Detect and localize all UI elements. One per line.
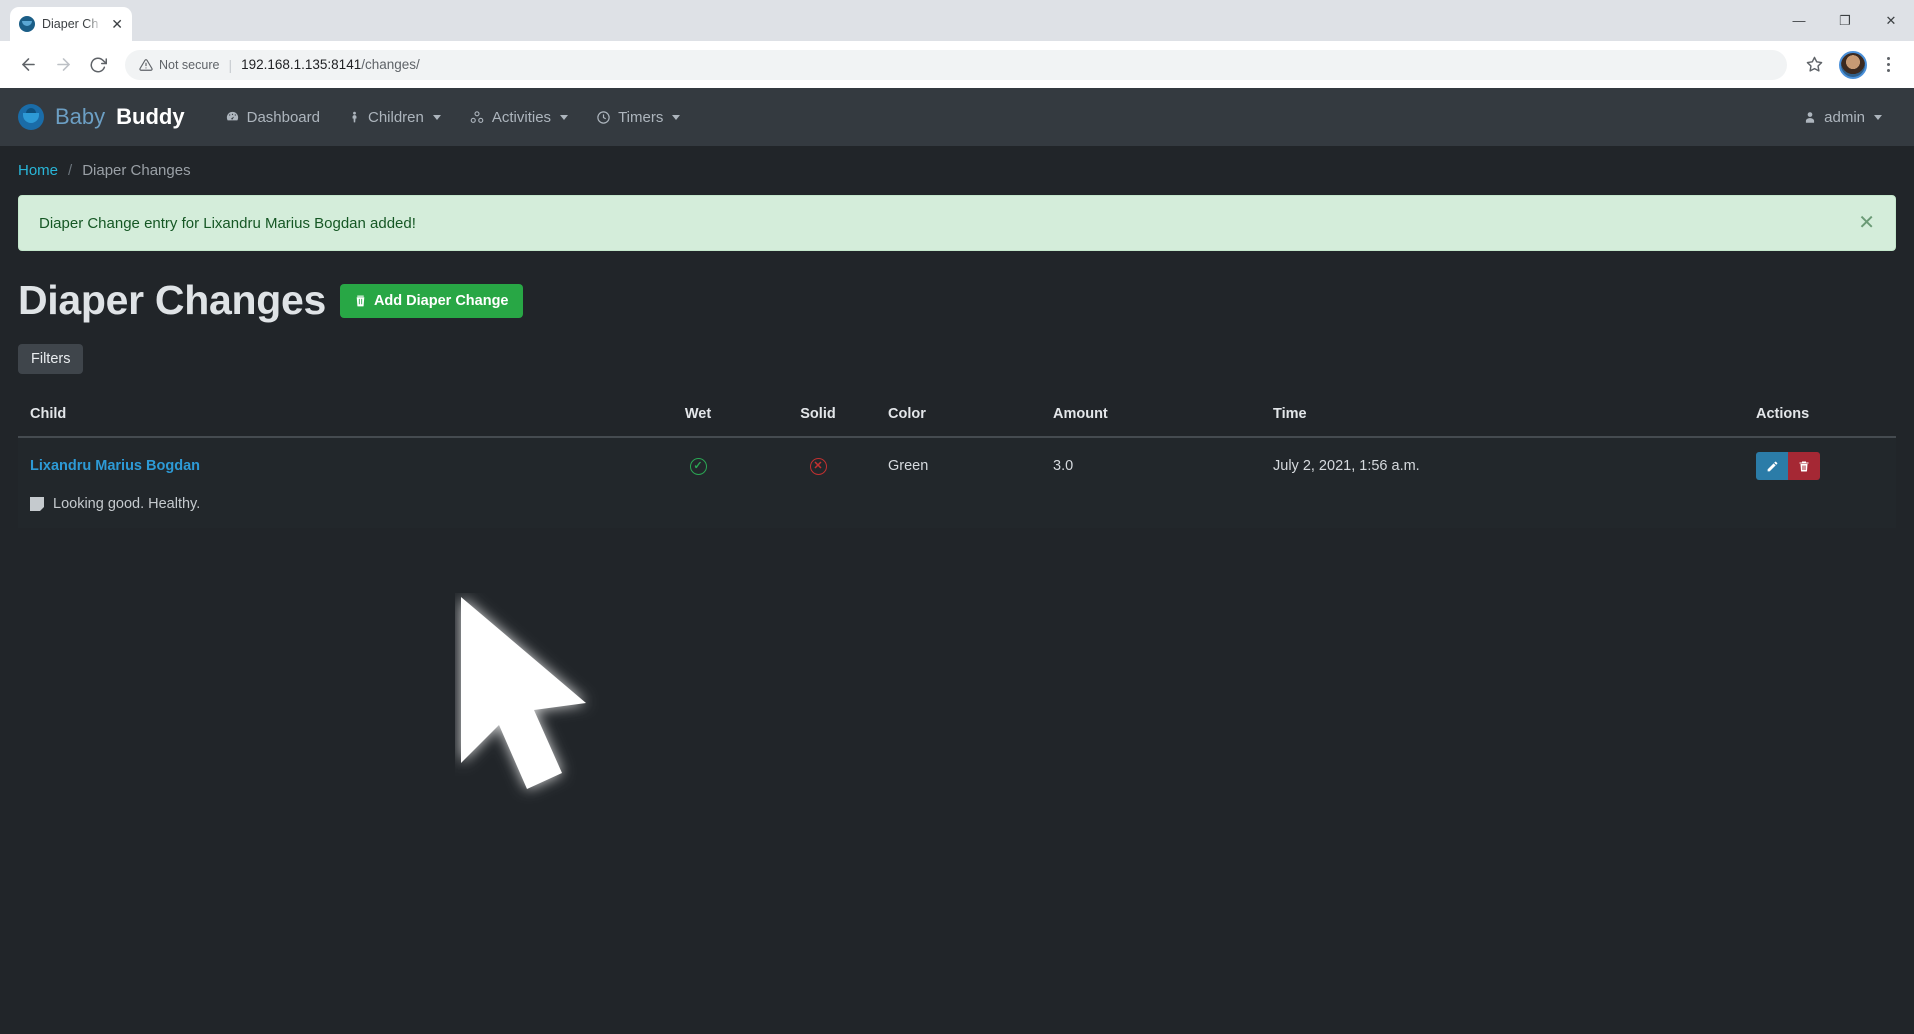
col-header-amount: Amount	[1043, 392, 1263, 438]
forward-icon[interactable]	[47, 49, 79, 81]
col-header-time: Time	[1263, 392, 1746, 438]
diaper-changes-table: Child Wet Solid Color Amount Time Action…	[18, 392, 1896, 528]
user-menu-label: admin	[1824, 108, 1865, 126]
tab-strip: Diaper Ch ✕ — ❐ ✕	[0, 0, 1914, 41]
pencil-icon	[1767, 461, 1777, 471]
alert-message: Diaper Change entry for Lixandru Marius …	[39, 214, 416, 232]
warning-triangle-icon	[139, 58, 153, 71]
breadcrumb-home-link[interactable]: Home	[18, 162, 58, 179]
clock-icon	[597, 110, 610, 124]
breadcrumb-separator: /	[68, 162, 73, 179]
row-action-group	[1756, 452, 1820, 480]
cell-actions	[1746, 436, 1896, 494]
table-notes-row: Looking good. Healthy.	[18, 494, 1896, 528]
brand-name-first: Baby	[55, 104, 106, 129]
baby-favicon-icon	[19, 16, 35, 32]
browser-toolbar: Not secure | 192.168.1.135:8141/changes/	[0, 41, 1914, 88]
nav-label-children: Children	[368, 108, 424, 126]
address-bar[interactable]: Not secure | 192.168.1.135:8141/changes/	[125, 49, 1787, 80]
x-circle-icon: ✕	[809, 458, 827, 475]
url-text: 192.168.1.135:8141/changes/	[241, 57, 420, 72]
profile-avatar[interactable]	[1839, 50, 1867, 79]
dashboard-icon	[226, 111, 238, 120]
diaper-icon	[356, 295, 365, 306]
browser-tab[interactable]: Diaper Ch ✕	[10, 7, 132, 41]
note-text: Looking good. Healthy.	[53, 496, 201, 512]
col-header-actions: Actions	[1746, 392, 1896, 438]
col-header-color: Color	[878, 392, 1043, 438]
nav-label-timers: Timers	[618, 108, 664, 126]
nav-item-user-menu[interactable]: admin	[1789, 101, 1896, 134]
cell-time: July 2, 2021, 1:56 a.m.	[1263, 436, 1746, 494]
window-close-icon[interactable]: ✕	[1868, 0, 1914, 41]
brand-name-second: Buddy	[116, 104, 185, 129]
note-line: Looking good. Healthy.	[30, 496, 1884, 512]
brand-logo-link[interactable]: Baby Buddy	[18, 104, 185, 130]
child-link[interactable]: Lixandru Marius Bogdan	[30, 458, 200, 474]
bookmark-star-icon[interactable]	[1798, 49, 1830, 81]
close-icon[interactable]: ✕	[111, 17, 123, 31]
check-circle-icon: ✓	[689, 458, 707, 475]
nav-item-timers[interactable]: Timers	[582, 101, 694, 134]
navbar-right: admin	[1789, 101, 1896, 134]
omnibox-separator: |	[228, 56, 233, 73]
col-header-wet: Wet	[638, 392, 758, 438]
reload-icon[interactable]	[82, 49, 114, 81]
kebab-menu-icon[interactable]	[1874, 49, 1902, 81]
col-header-solid: Solid	[758, 392, 878, 438]
breadcrumb-current: Diaper Changes	[82, 162, 191, 179]
minimize-icon[interactable]: —	[1776, 0, 1822, 41]
add-diaper-change-button[interactable]: Add Diaper Change	[339, 283, 523, 318]
table-head: Child Wet Solid Color Amount Time Action…	[18, 392, 1896, 438]
security-status[interactable]: Not secure	[139, 58, 219, 72]
sticky-note-icon	[30, 497, 44, 511]
url-host: 192.168.1.135:8141	[241, 57, 362, 72]
mouse-cursor	[455, 593, 605, 823]
cell-child: Lixandru Marius Bogdan	[18, 436, 638, 494]
page-content: Baby Buddy Dashboard Children Activities…	[0, 88, 1914, 1034]
diaper-changes-table-wrapper: Child Wet Solid Color Amount Time Action…	[18, 392, 1896, 528]
chevron-down-icon	[672, 114, 681, 120]
col-header-child: Child	[18, 392, 638, 438]
window-controls: — ❐ ✕	[1776, 0, 1914, 41]
navbar-items: Dashboard Children Activities Timers	[211, 101, 695, 134]
nav-item-activities[interactable]: Activities	[455, 101, 582, 134]
table-header-row: Child Wet Solid Color Amount Time Action…	[18, 392, 1896, 438]
nav-label-activities: Activities	[491, 108, 552, 126]
cell-solid: ✕	[758, 436, 878, 494]
cell-amount: 3.0	[1043, 436, 1263, 494]
baby-buddy-logo-icon	[18, 104, 44, 130]
delete-button[interactable]	[1788, 452, 1820, 480]
cell-wet: ✓	[638, 436, 758, 494]
activities-icon	[470, 110, 484, 123]
back-icon[interactable]	[12, 49, 44, 81]
alert-close-icon[interactable]: ✕	[1858, 213, 1875, 233]
page-title: Diaper Changes	[18, 277, 326, 323]
chevron-down-icon	[432, 114, 441, 120]
nav-item-children[interactable]: Children	[334, 101, 455, 134]
add-button-label: Add Diaper Change	[373, 292, 509, 309]
page-title-row: Diaper Changes Add Diaper Change	[0, 251, 1914, 324]
url-path: /changes/	[361, 57, 420, 72]
tab-title: Diaper Ch	[42, 17, 99, 31]
table-body: Lixandru Marius Bogdan ✓ ✕ Green 3.0 Jul…	[18, 436, 1896, 528]
breadcrumb: Home / Diaper Changes	[0, 146, 1914, 187]
maximize-icon[interactable]: ❐	[1822, 0, 1868, 41]
cell-color: Green	[878, 436, 1043, 494]
edit-button[interactable]	[1756, 452, 1788, 480]
chevron-down-icon	[1874, 114, 1882, 120]
child-icon	[352, 111, 357, 122]
browser-chrome: Diaper Ch ✕ — ❐ ✕ Not secure | 192.168.1…	[0, 0, 1914, 88]
trash-icon	[1799, 461, 1809, 471]
security-label: Not secure	[159, 57, 220, 72]
nav-label-dashboard: Dashboard	[246, 108, 320, 126]
success-alert: Diaper Change entry for Lixandru Marius …	[18, 195, 1896, 251]
nav-item-dashboard[interactable]: Dashboard	[211, 101, 334, 134]
filters-button[interactable]: Filters	[18, 344, 84, 374]
app-navbar: Baby Buddy Dashboard Children Activities…	[0, 88, 1914, 146]
table-row: Lixandru Marius Bogdan ✓ ✕ Green 3.0 Jul…	[18, 436, 1896, 494]
user-icon	[1806, 111, 1815, 123]
chevron-down-icon	[560, 114, 569, 120]
cell-notes: Looking good. Healthy.	[18, 494, 1896, 528]
